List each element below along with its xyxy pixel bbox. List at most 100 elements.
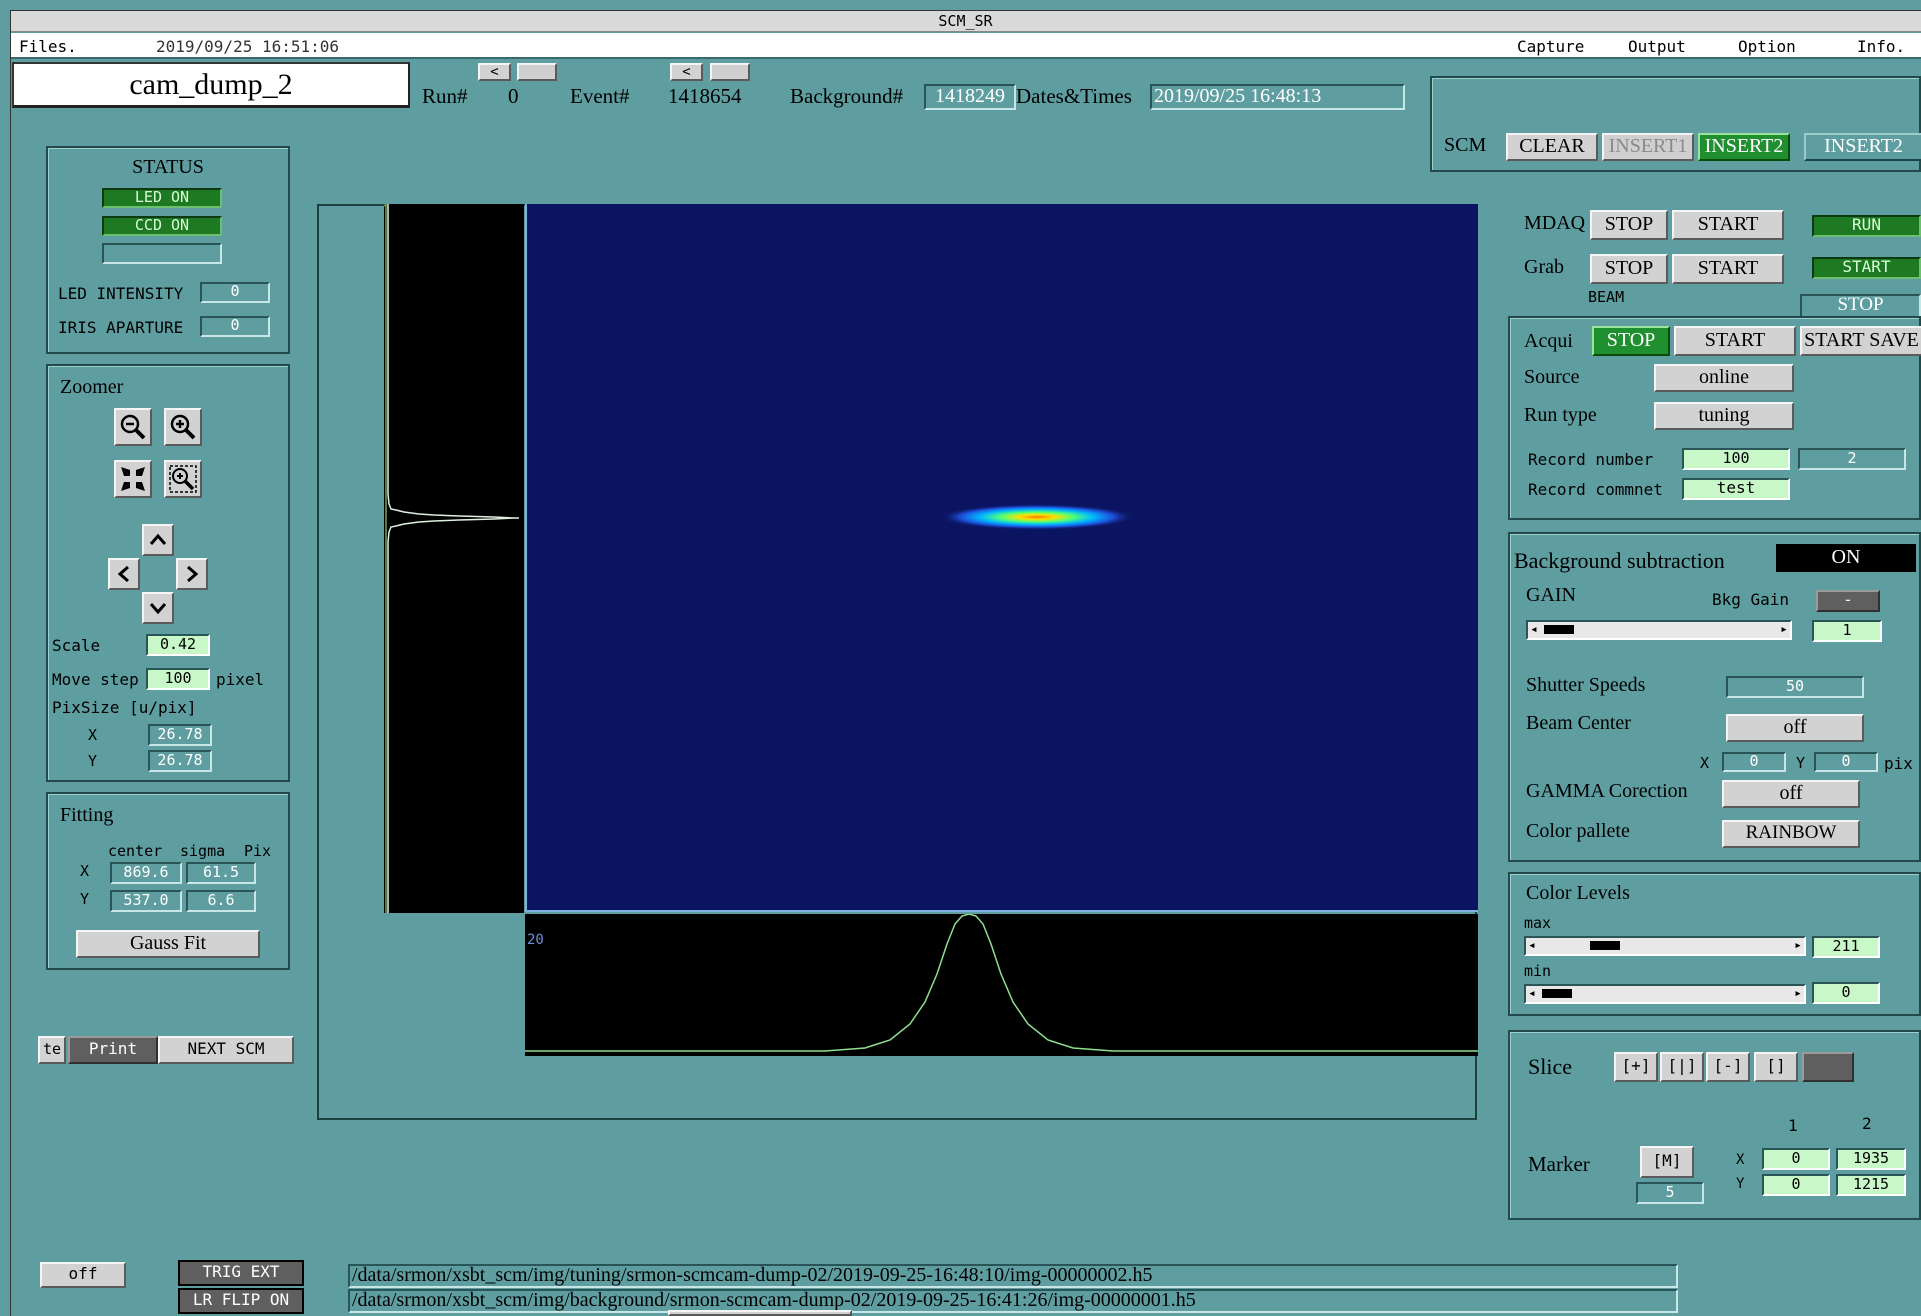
acqui-panel: Acqui STOP START START SAVE Source onlin… <box>1508 316 1921 520</box>
mdaq-start-button[interactable]: START <box>1672 210 1784 240</box>
levels-max-field[interactable]: 211 <box>1812 936 1880 958</box>
menu-output[interactable]: Output <box>1628 37 1686 56</box>
fitting-y-label: Y <box>80 890 90 908</box>
beam-center-y-field[interactable]: 0 <box>1814 752 1878 772</box>
scm-label: SCM <box>1444 134 1487 156</box>
pixsize-y-field[interactable]: 26.78 <box>148 750 212 772</box>
move-up-button[interactable] <box>142 524 174 556</box>
fitting-title: Fitting <box>60 804 114 826</box>
zoom-out-button[interactable] <box>114 408 152 446</box>
run-prev-button[interactable]: < <box>478 63 511 81</box>
beam-center-x-field[interactable]: 0 <box>1722 752 1786 772</box>
levels-min-right-arrow[interactable]: ▸ <box>1794 987 1802 1000</box>
led-intensity-field[interactable]: 0 <box>200 282 270 303</box>
fit-screen-button[interactable] <box>114 460 152 498</box>
acqui-stop-button[interactable]: STOP <box>1592 326 1670 356</box>
levels-max-right-arrow[interactable]: ▸ <box>1794 939 1802 952</box>
move-down-button[interactable] <box>142 592 174 624</box>
source-button[interactable]: online <box>1654 364 1794 392</box>
chevron-down-icon <box>149 603 167 615</box>
marker-size-field[interactable]: 5 <box>1636 1182 1704 1204</box>
bkg-gain-button[interactable]: - <box>1816 590 1880 612</box>
move-right-button[interactable] <box>176 558 208 590</box>
menu-files[interactable]: Files. <box>19 37 77 56</box>
next-scm-button[interactable]: NEXT SCM <box>158 1036 294 1064</box>
pixsize-x-field[interactable]: 26.78 <box>148 724 212 746</box>
grab-stop-button[interactable]: STOP <box>1590 254 1668 284</box>
scm-insert2-alt-button[interactable]: INSERT2 <box>1804 133 1921 161</box>
levels-title: Color Levels <box>1526 882 1630 904</box>
record-number-field[interactable]: 100 <box>1682 448 1790 470</box>
levels-min-slider[interactable]: ◂ ▸ <box>1524 984 1806 1004</box>
slice-none-button[interactable]: [] <box>1754 1052 1798 1082</box>
menu-info[interactable]: Info. <box>1857 37 1905 56</box>
marker-y2-field[interactable]: 1215 <box>1836 1174 1906 1196</box>
zoom-region-button[interactable] <box>164 460 202 498</box>
gain-slider-left-arrow[interactable]: ◂ <box>1530 623 1538 636</box>
scale-field[interactable]: 0.42 <box>146 634 210 656</box>
bg-sub-value[interactable]: ON <box>1776 544 1916 572</box>
run-next-button[interactable] <box>517 63 557 81</box>
levels-min-left-arrow[interactable]: ◂ <box>1528 987 1536 1000</box>
pixsize-y-label: Y <box>88 752 98 770</box>
gain-slider-right-arrow[interactable]: ▸ <box>1780 623 1788 636</box>
levels-max-slider[interactable]: ◂ ▸ <box>1524 936 1806 956</box>
te-button[interactable]: te <box>38 1036 66 1064</box>
gauss-fit-button[interactable]: Gauss Fit <box>76 930 260 958</box>
zoom-in-button[interactable] <box>164 408 202 446</box>
menu-capture[interactable]: Capture <box>1517 37 1584 56</box>
palette-button[interactable]: RAINBOW <box>1722 820 1860 848</box>
event-label: Event# <box>570 84 630 108</box>
marker-y1-field[interactable]: 0 <box>1762 1174 1830 1196</box>
print-button[interactable]: Print <box>68 1036 158 1064</box>
off-button[interactable]: off <box>40 1262 126 1288</box>
acqui-start-button[interactable]: START <box>1674 326 1796 356</box>
menu-option[interactable]: Option <box>1738 37 1796 56</box>
marker-col2: 2 <box>1862 1114 1872 1133</box>
marker-button[interactable]: [M] <box>1640 1146 1694 1178</box>
shutter-label: Shutter Speeds <box>1526 674 1646 696</box>
slice-vertical-button[interactable]: [|] <box>1660 1052 1704 1082</box>
marker-x1-field[interactable]: 0 <box>1762 1148 1830 1170</box>
scm-clear-button[interactable]: CLEAR <box>1506 133 1598 161</box>
status-panel: STATUS LED ON CCD ON LED INTENSITY 0 IRI… <box>46 146 290 354</box>
acqui-start-save-button[interactable]: START SAVE <box>1800 326 1921 356</box>
move-step-field[interactable]: 100 <box>146 668 210 690</box>
title-bar: SCM_SR <box>10 10 1921 32</box>
gain-slider-thumb[interactable] <box>1544 625 1574 634</box>
record-comment-field[interactable]: test <box>1682 478 1790 500</box>
move-left-button[interactable] <box>108 558 140 590</box>
mdaq-stop-button[interactable]: STOP <box>1590 210 1668 240</box>
slice-plus-button[interactable]: [+] <box>1614 1052 1658 1082</box>
gamma-button[interactable]: off <box>1722 780 1860 808</box>
record-number-label: Record number <box>1528 450 1654 469</box>
acqui-label: Acqui <box>1524 330 1573 352</box>
gain-slider[interactable]: ◂ ▸ <box>1526 620 1792 640</box>
gain-field[interactable]: 1 <box>1812 620 1882 642</box>
beam-center-y-label: Y <box>1796 754 1806 772</box>
event-prev-button[interactable]: < <box>670 63 703 81</box>
grab-start-button[interactable]: START <box>1672 254 1784 284</box>
levels-max-left-arrow[interactable]: ◂ <box>1528 939 1536 952</box>
beam-label: BEAM <box>1588 288 1625 306</box>
marker-x2-field[interactable]: 1935 <box>1836 1148 1906 1170</box>
levels-min-thumb[interactable] <box>1542 989 1572 998</box>
run-value: 0 <box>508 84 519 108</box>
scm-insert1-button[interactable]: INSERT1 <box>1602 133 1694 161</box>
lr-flip-button[interactable]: LR FLIP ON <box>178 1288 304 1314</box>
levels-min-field[interactable]: 0 <box>1812 982 1880 1004</box>
scm-insert2-button[interactable]: INSERT2 <box>1698 133 1790 161</box>
runtype-button[interactable]: tuning <box>1654 402 1794 430</box>
image-display[interactable] <box>525 204 1478 912</box>
bottom-scroll[interactable] <box>668 1310 852 1316</box>
event-next-button[interactable] <box>710 63 750 81</box>
slice-horizontal-button[interactable]: [-] <box>1706 1052 1750 1082</box>
shutter-field[interactable]: 50 <box>1726 676 1864 698</box>
iris-field[interactable]: 0 <box>200 316 270 337</box>
slice-extra-button[interactable] <box>1802 1052 1854 1082</box>
camera-name: cam_dump_2 <box>12 62 410 108</box>
levels-min-label: min <box>1524 962 1552 980</box>
beam-center-button[interactable]: off <box>1726 714 1864 742</box>
levels-max-thumb[interactable] <box>1589 941 1620 950</box>
trig-ext-button[interactable]: TRIG EXT <box>178 1260 304 1286</box>
